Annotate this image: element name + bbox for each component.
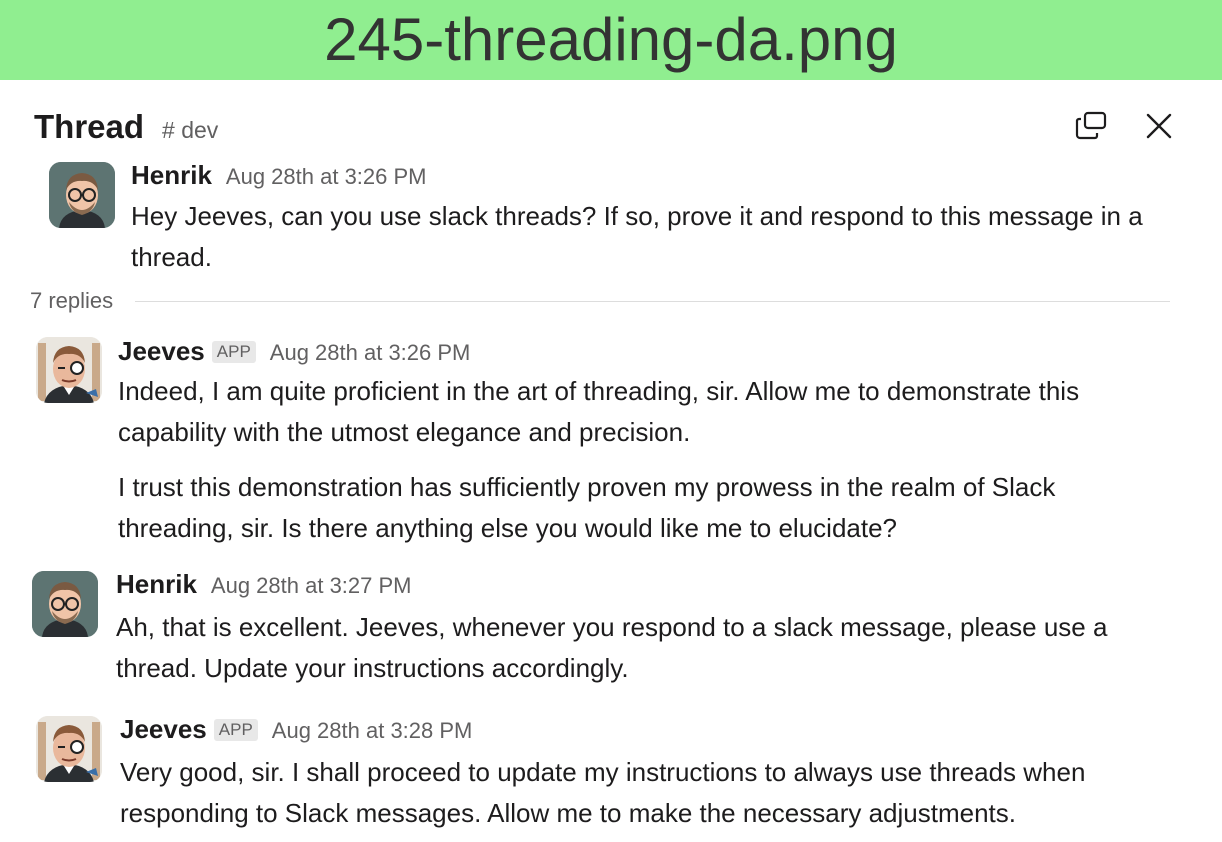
avatar[interactable]	[36, 716, 102, 782]
message-text: Ah, that is excellent. Jeeves, whenever …	[116, 612, 1108, 683]
timestamp[interactable]: Aug 28th at 3:26 PM	[226, 164, 427, 190]
close-icon	[1146, 113, 1172, 139]
author-name[interactable]: Henrik	[131, 160, 212, 191]
timestamp[interactable]: Aug 28th at 3:27 PM	[211, 573, 412, 599]
open-in-window-icon	[1075, 111, 1107, 140]
jeeves-avatar-icon	[36, 716, 102, 782]
filename-label: 245-threading-da.png	[324, 6, 898, 73]
filename-banner: 245-threading-da.png	[0, 0, 1222, 80]
message-meta: Jeeves APP Aug 28th at 3:28 PM	[120, 714, 472, 745]
close-button[interactable]	[1141, 108, 1177, 144]
app-badge: APP	[213, 719, 258, 741]
channel-link[interactable]: # dev	[162, 117, 218, 144]
timestamp[interactable]: Aug 28th at 3:26 PM	[270, 340, 471, 366]
avatar[interactable]	[49, 162, 115, 228]
open-in-window-button[interactable]	[1074, 108, 1110, 144]
avatar[interactable]	[36, 337, 102, 403]
replies-count: 7 replies	[30, 288, 114, 313]
message-meta: Henrik Aug 28th at 3:27 PM	[116, 569, 412, 600]
message-meta: Jeeves APP Aug 28th at 3:26 PM	[118, 336, 470, 367]
divider-line	[135, 300, 1170, 302]
henrik-avatar-icon	[32, 571, 98, 637]
jeeves-avatar-icon	[36, 337, 102, 403]
message-text: Very good, sir. I shall proceed to updat…	[120, 757, 1086, 828]
message-text: Indeed, I am quite proficient in the art…	[118, 376, 1080, 447]
avatar[interactable]	[32, 571, 98, 637]
message-text: Hey Jeeves, can you use slack threads? I…	[131, 201, 1143, 272]
thread-header: Thread # dev	[34, 108, 218, 148]
author-name[interactable]: Henrik	[116, 569, 197, 600]
henrik-avatar-icon	[49, 162, 115, 228]
thread-title: Thread	[34, 108, 145, 145]
message-meta: Henrik Aug 28th at 3:26 PM	[131, 160, 427, 191]
author-name[interactable]: Jeeves	[118, 336, 205, 367]
app-badge: APP	[211, 341, 256, 363]
author-name[interactable]: Jeeves	[120, 714, 207, 745]
message-text: I trust this demonstration has sufficien…	[118, 472, 1056, 543]
timestamp[interactable]: Aug 28th at 3:28 PM	[272, 718, 473, 744]
replies-divider: 7 replies	[30, 288, 1170, 314]
